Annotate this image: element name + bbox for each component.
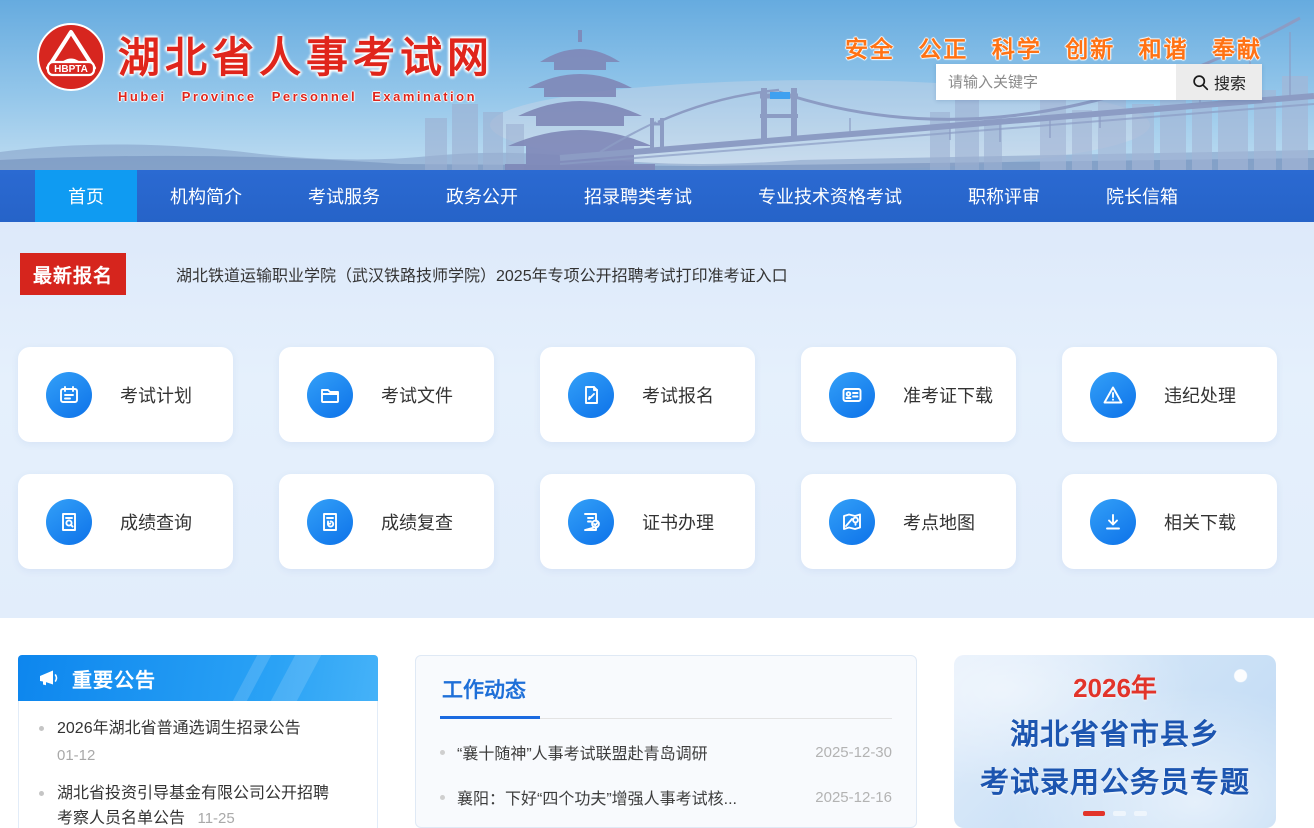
site-title-block: 湖北省人事考试网 Hubei Province Personnel Examin… [118, 24, 494, 104]
nav-item-director-mailbox[interactable]: 院长信箱 [1073, 170, 1211, 222]
bullet-dot [440, 795, 445, 800]
search-icon [1192, 74, 1209, 91]
nav-item-professional-qualification-exams[interactable]: 专业技术资格考试 [725, 170, 935, 222]
hbpta-logo[interactable]: HBPTA [36, 22, 106, 92]
carousel-dash [1113, 811, 1126, 816]
news-item[interactable]: “襄十随神”人事考试联盟赴青岛调研 2025-12-30 [440, 740, 892, 764]
search-bar: 搜索 [936, 64, 1262, 100]
bullet-dot [440, 750, 445, 755]
nav-item-recruitment-exams[interactable]: 招录聘类考试 [551, 170, 725, 222]
service-card-label: 违纪处理 [1164, 382, 1236, 408]
promo-year: 2026年 [1073, 668, 1157, 705]
nav-item-home[interactable]: 首页 [35, 170, 137, 222]
id-card-icon [829, 372, 875, 418]
service-card-related-downloads[interactable]: 相关下载 [1062, 474, 1277, 569]
service-card-label: 相关下载 [1164, 509, 1236, 535]
main-nav: 首页 机构简介 考试服务 政务公开 招录聘类考试 专业技术资格考试 职称评审 院… [0, 170, 1314, 222]
service-card-certificate-processing[interactable]: 证书办理 [540, 474, 755, 569]
service-card-exam-registration[interactable]: 考试报名 [540, 347, 755, 442]
notice-item[interactable]: 湖北省投资引导基金有限公司公开招聘考察人员名单公告 11-25 [37, 782, 341, 828]
service-card-label: 考试报名 [642, 382, 714, 408]
certificate-check-icon [568, 499, 614, 545]
important-notices-header: 重要公告 [18, 655, 378, 701]
nav-item-gov-disclosure[interactable]: 政务公开 [413, 170, 551, 222]
nav-item-title-review[interactable]: 职称评审 [935, 170, 1073, 222]
service-card-exam-plan[interactable]: 考试计划 [18, 347, 233, 442]
promo-line-topic: 考试录用公务员专题 [980, 759, 1250, 801]
site-header: HBPTA 湖北省人事考试网 Hubei Province Personnel … [0, 0, 1314, 170]
important-notices-title: 重要公告 [72, 664, 156, 693]
work-news-panel: 工作动态 “襄十随神”人事考试联盟赴青岛调研 2025-12-30 襄阳：下好“… [415, 655, 917, 828]
notice-date: 01-12 [57, 744, 341, 767]
service-card-exam-documents[interactable]: 考试文件 [279, 347, 494, 442]
search-button[interactable]: 搜索 [1176, 64, 1262, 100]
promo-line-region: 湖北省省市县乡 [1010, 711, 1220, 753]
main-section: 最新报名 湖北铁道运输职业学院（武汉铁路技师学院）2025年专项公开招聘考试打印… [0, 222, 1314, 618]
news-item[interactable]: 襄阳：下好“四个功夫”增强人事考试核... 2025-12-16 [440, 785, 892, 809]
latest-registration-row: 最新报名 湖北铁道运输职业学院（武汉铁路技师学院）2025年专项公开招聘考试打印… [0, 222, 1314, 295]
search-input[interactable] [936, 64, 1176, 100]
nav-item-about[interactable]: 机构简介 [137, 170, 275, 222]
title-underline [440, 716, 892, 719]
service-card-score-recheck[interactable]: 成绩复查 [279, 474, 494, 569]
megaphone-icon [36, 666, 60, 690]
svg-text:HBPTA: HBPTA [54, 64, 88, 75]
site-subtitle: Hubei Province Personnel Examination [118, 89, 494, 104]
download-icon [1090, 499, 1136, 545]
carousel-dash [1134, 811, 1147, 816]
site-title: 湖北省人事考试网 [118, 24, 494, 85]
work-news-list: “襄十随神”人事考试联盟赴青岛调研 2025-12-30 襄阳：下好“四个功夫”… [440, 740, 892, 828]
carousel-indicator[interactable] [1083, 811, 1147, 816]
document-pen-icon [568, 372, 614, 418]
notice-item[interactable]: 2026年湖北省普通选调生招录公告 01-12 [37, 717, 341, 767]
slogan-text: 安全 公正 科学 创新 和谐 奉献 [845, 30, 1262, 64]
service-card-label: 考试计划 [120, 382, 192, 408]
service-card-score-inquiry[interactable]: 成绩查询 [18, 474, 233, 569]
civil-servant-exam-promo-banner[interactable]: 2026年 湖北省省市县乡 考试录用公务员专题 [954, 655, 1276, 828]
service-card-admission-ticket-download[interactable]: 准考证下载 [801, 347, 1016, 442]
header-decor [263, 655, 326, 701]
nav-item-exam-services[interactable]: 考试服务 [275, 170, 413, 222]
important-notices-list: 2026年湖北省普通选调生招录公告 01-12 湖北省投资引导基金有限公司公开招… [18, 701, 378, 828]
service-card-label: 证书办理 [642, 509, 714, 535]
search-button-label: 搜索 [1214, 70, 1246, 94]
important-notices-panel: 重要公告 2026年湖北省普通选调生招录公告 01-12 湖北省投资引导基金有限… [18, 655, 378, 828]
service-card-label: 考试文件 [381, 382, 453, 408]
work-news-title: 工作动态 [440, 674, 892, 704]
news-title: “襄十随神”人事考试联盟赴青岛调研 [457, 740, 805, 764]
notice-title: 2026年湖北省普通选调生招录公告 [57, 720, 301, 737]
service-card-label: 成绩复查 [381, 509, 453, 535]
map-pin-icon [829, 499, 875, 545]
service-card-label: 成绩查询 [120, 509, 192, 535]
notice-title: 湖北省投资引导基金有限公司公开招聘考察人员名单公告 [57, 785, 329, 827]
service-card-violation-handling[interactable]: 违纪处理 [1062, 347, 1277, 442]
warning-icon [1090, 372, 1136, 418]
news-date: 2025-12-16 [815, 789, 892, 806]
news-date: 2025-12-30 [815, 744, 892, 761]
calendar-icon [46, 372, 92, 418]
latest-registration-badge: 最新报名 [20, 253, 126, 295]
news-title: 襄阳：下好“四个功夫”增强人事考试核... [457, 785, 805, 809]
folder-icon [307, 372, 353, 418]
notice-date: 11-25 [197, 810, 234, 827]
service-card-grid: 考试计划 考试文件 考试报名 准考证下载 违纪处理 [0, 347, 1314, 569]
header-decor [225, 655, 276, 701]
service-card-exam-site-map[interactable]: 考点地图 [801, 474, 1016, 569]
carousel-dash-active [1083, 811, 1105, 816]
document-search-icon [46, 499, 92, 545]
bullet-dot [39, 791, 44, 796]
service-card-label: 准考证下载 [903, 382, 993, 408]
bullet-dot [39, 726, 44, 731]
bottom-panels: 重要公告 2026年湖北省普通选调生招录公告 01-12 湖北省投资引导基金有限… [0, 618, 1314, 828]
service-card-label: 考点地图 [903, 509, 975, 535]
latest-registration-link[interactable]: 湖北铁道运输职业学院（武汉铁路技师学院）2025年专项公开招聘考试打印准考证入口 [176, 262, 788, 286]
document-recheck-icon [307, 499, 353, 545]
